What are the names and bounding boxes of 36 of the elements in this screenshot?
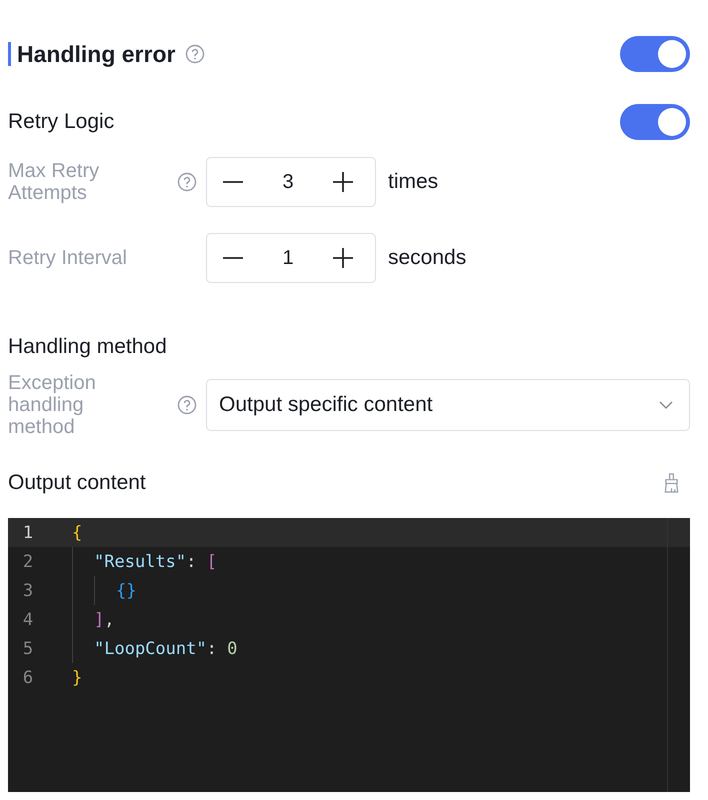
toggle-switch[interactable] — [620, 104, 690, 140]
line-number: 4 — [22, 610, 34, 630]
line-number: 2 — [22, 552, 34, 572]
stepper-value: 1 — [282, 246, 294, 270]
code-line: "LoopCount": 0 — [94, 638, 238, 658]
help-icon[interactable] — [177, 172, 197, 192]
number-stepper[interactable]: 3 — [206, 157, 376, 207]
number-stepper[interactable]: 1 — [206, 233, 376, 283]
line-number: 5 — [22, 638, 34, 658]
code-line: {} — [116, 580, 136, 600]
line-number: 1 — [22, 522, 34, 542]
code-editor[interactable]: 1 { 2 "Results": [ 3 {} 4 ], 5 "LoopCount": 0 6 } — [8, 518, 690, 792]
subsection-title: Output content — [8, 471, 146, 495]
code-line: { — [72, 522, 82, 542]
field-label: Exception handling method — [8, 372, 97, 438]
code-line: } — [72, 668, 82, 688]
method-dropdown[interactable]: Output specific content — [206, 379, 690, 431]
subsection-title: Retry Logic — [8, 110, 114, 134]
code-line: ], — [94, 610, 114, 630]
field-label: Max Retry Attempts — [8, 160, 100, 204]
section-title: Handling error — [17, 40, 176, 68]
unit-label: times — [388, 170, 438, 194]
line-number: 6 — [22, 668, 34, 688]
subsection-title: Handling method — [8, 335, 167, 359]
brush-icon[interactable] — [663, 472, 680, 494]
line-number: 3 — [22, 580, 34, 600]
stepper-value: 3 — [282, 170, 294, 194]
plus-icon[interactable] — [331, 246, 355, 270]
help-icon[interactable] — [185, 44, 206, 64]
plus-icon[interactable] — [331, 170, 355, 194]
field-label: Retry Interval — [8, 247, 128, 269]
chevron-down-icon — [659, 401, 673, 409]
unit-label: seconds — [388, 246, 466, 270]
code-line: "Results": [ — [94, 552, 217, 572]
toggle-switch[interactable] — [620, 36, 690, 72]
help-icon[interactable] — [177, 395, 197, 415]
